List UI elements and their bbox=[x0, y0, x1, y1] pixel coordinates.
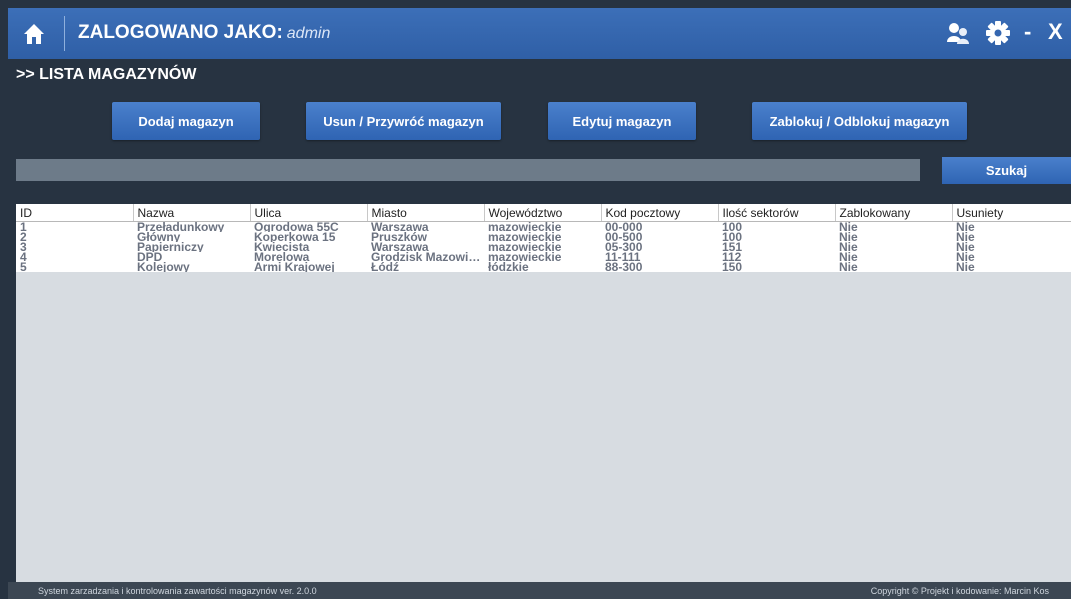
footer: System zarzadzania i kontrolowania zawar… bbox=[8, 582, 1071, 599]
top-bar: ZALOGOWANO JAKO: admin - X bbox=[8, 8, 1071, 59]
table-cell: Grodzisk Mazowie... bbox=[367, 252, 484, 262]
footer-copyright: Copyright © Projekt i kodowanie: Marcin … bbox=[870, 586, 1049, 596]
column-header[interactable]: ID bbox=[16, 204, 134, 222]
table-cell: mazowieckie bbox=[484, 242, 601, 252]
edit-warehouse-button[interactable]: Edytuj magazyn bbox=[548, 102, 696, 140]
footer-version: System zarzadzania i kontrolowania zawar… bbox=[38, 586, 317, 596]
column-header[interactable]: Zablokowany bbox=[835, 204, 953, 222]
login-status: ZALOGOWANO JAKO: admin bbox=[78, 22, 330, 44]
users-icon[interactable] bbox=[945, 20, 971, 46]
home-icon[interactable] bbox=[22, 22, 46, 46]
search-button[interactable]: Szukaj bbox=[942, 157, 1071, 184]
table-header-row: ID Nazwa Ulica Miasto Województwo Kod pocztow… bbox=[16, 204, 1071, 222]
column-header[interactable]: Miasto bbox=[367, 204, 485, 222]
delete-restore-warehouse-button[interactable]: Usun / Przywróć magazyn bbox=[306, 102, 501, 140]
table-cell: łódzkie bbox=[484, 262, 601, 272]
table-cell: Nie bbox=[835, 221, 952, 232]
table-cell: 3 bbox=[16, 242, 133, 252]
table-cell: 88-300 bbox=[601, 262, 718, 272]
table-cell: Nie bbox=[952, 262, 1071, 272]
minimize-button[interactable]: - bbox=[1024, 18, 1031, 46]
table-cell: Armi Krajowej bbox=[250, 262, 367, 272]
warehouse-table-area[interactable]: ID Nazwa Ulica Miasto Województwo Kod pocztow… bbox=[16, 204, 1071, 582]
search-input[interactable] bbox=[16, 159, 920, 181]
table-cell: mazowieckie bbox=[484, 252, 601, 262]
block-unblock-warehouse-button[interactable]: Zablokuj / Odblokuj magazyn bbox=[752, 102, 967, 140]
table-cell: Nie bbox=[835, 252, 952, 262]
page-title: >> LISTA MAGAZYNÓW bbox=[16, 66, 197, 83]
table-cell: Papierniczy bbox=[133, 242, 250, 252]
table-cell: 5 bbox=[16, 262, 133, 272]
table-cell: Warszawa bbox=[367, 242, 484, 252]
table-cell: Kwiecista bbox=[250, 242, 367, 252]
table-row[interactable]: 4 DPD Morelowa Grodzisk Mazowie... mazowieck… bbox=[16, 252, 1071, 262]
column-header[interactable]: Usuniety bbox=[952, 204, 1071, 222]
table-cell: 05-300 bbox=[601, 242, 718, 252]
table-cell: mazowieckie bbox=[484, 232, 601, 242]
table-cell: Kolejowy bbox=[133, 262, 250, 272]
table-row[interactable]: 1 Przeładunkowy Ogrodowa 55C Warszawa mazowi… bbox=[16, 221, 1071, 232]
table-cell: 00-000 bbox=[601, 221, 718, 232]
table-cell: 112 bbox=[718, 252, 835, 262]
table-cell: 4 bbox=[16, 252, 133, 262]
table-cell: Nie bbox=[952, 232, 1071, 242]
table-cell: mazowieckie bbox=[484, 221, 601, 232]
table-cell: 11-111 bbox=[601, 252, 718, 262]
header-divider bbox=[64, 16, 65, 51]
table-cell: 150 bbox=[718, 262, 835, 272]
column-header[interactable]: Ilość sektorów bbox=[718, 204, 836, 222]
table-cell: Morelowa bbox=[250, 252, 367, 262]
table-cell: Główny bbox=[133, 232, 250, 242]
close-button[interactable]: X bbox=[1048, 18, 1063, 46]
table-body: 1 Przeładunkowy Ogrodowa 55C Warszawa mazowi… bbox=[16, 221, 1071, 272]
login-label: ZALOGOWANO JAKO: bbox=[78, 22, 283, 43]
table-cell: 100 bbox=[718, 232, 835, 242]
table-cell: Przeładunkowy bbox=[133, 221, 250, 232]
table-cell: Nie bbox=[835, 232, 952, 242]
table-cell: 1 bbox=[16, 221, 133, 232]
column-header[interactable]: Ulica bbox=[250, 204, 368, 222]
table-cell: Nie bbox=[952, 252, 1071, 262]
username: admin bbox=[286, 25, 331, 42]
table-cell: Nie bbox=[952, 221, 1071, 232]
table-cell: 151 bbox=[718, 242, 835, 252]
column-header[interactable]: Województwo bbox=[484, 204, 602, 222]
table-cell: Łódź bbox=[367, 262, 484, 272]
table-row[interactable]: 5 Kolejowy Armi Krajowej Łódź łódzkie 88-300 1… bbox=[16, 262, 1071, 272]
table-cell: Warszawa bbox=[367, 221, 484, 232]
table-cell: Nie bbox=[835, 242, 952, 252]
table-cell: DPD bbox=[133, 252, 250, 262]
add-warehouse-button[interactable]: Dodaj magazyn bbox=[112, 102, 260, 140]
column-header[interactable]: Kod pocztowy bbox=[601, 204, 719, 222]
table-cell: Koperkowa 15 bbox=[250, 232, 367, 242]
table-cell: Pruszków bbox=[367, 232, 484, 242]
column-header[interactable]: Nazwa bbox=[133, 204, 251, 222]
table-cell: Nie bbox=[952, 242, 1071, 252]
table-cell: 100 bbox=[718, 221, 835, 232]
warehouse-table: ID Nazwa Ulica Miasto Województwo Kod pocztow… bbox=[16, 204, 1071, 272]
table-row[interactable]: 3 Papierniczy Kwiecista Warszawa mazowieckie… bbox=[16, 242, 1071, 252]
table-cell: 00-500 bbox=[601, 232, 718, 242]
table-row[interactable]: 2 Główny Koperkowa 15 Pruszków mazowieckie 00… bbox=[16, 232, 1071, 242]
table-cell: Nie bbox=[835, 262, 952, 272]
gear-icon[interactable] bbox=[985, 20, 1011, 46]
table-cell: Ogrodowa 55C bbox=[250, 221, 367, 232]
table-cell: 2 bbox=[16, 232, 133, 242]
